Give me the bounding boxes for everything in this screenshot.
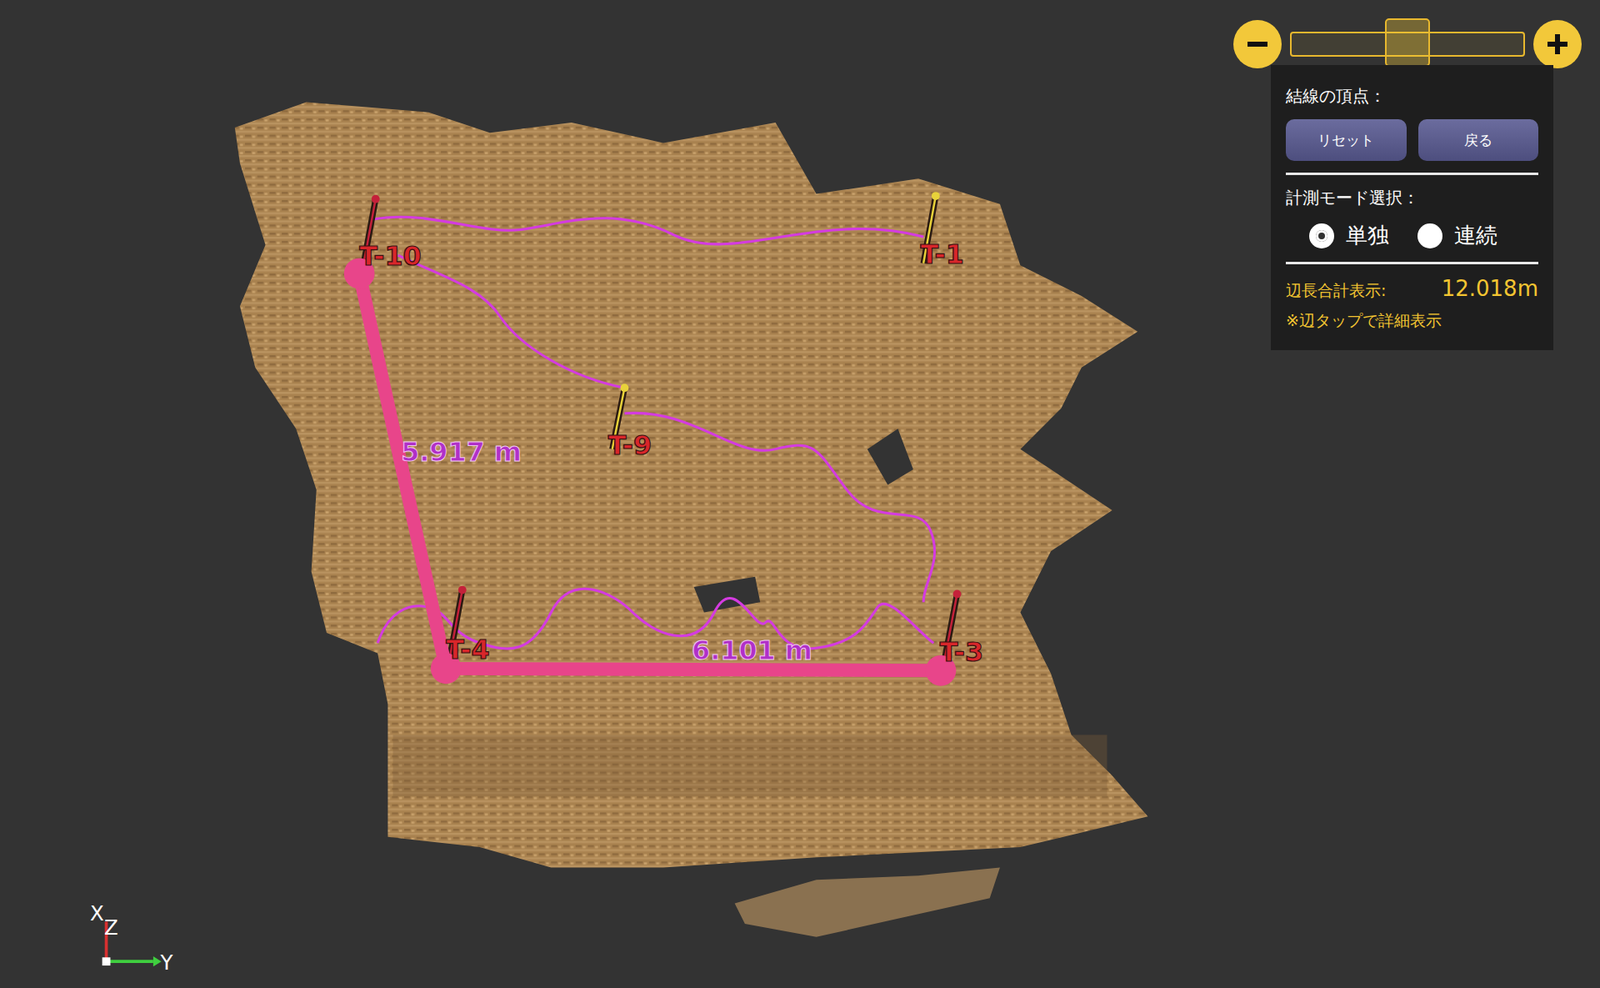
total-length: 辺長合計表示:12.018m bbox=[1285, 275, 1539, 302]
stake-label: T-10 bbox=[359, 240, 422, 272]
axis-x-label: X bbox=[90, 900, 105, 925]
stake-top-icon bbox=[458, 585, 467, 595]
point-cloud-fragment bbox=[735, 867, 1000, 937]
minus-icon bbox=[1245, 31, 1270, 57]
panel-button[interactable]: 戻る bbox=[1418, 119, 1540, 161]
measure-panel: 結線の頂点： リセット戻る計測モード選択： 単独連続辺長合計表示:12.018m ※辺… bbox=[1270, 65, 1554, 350]
stake-top-icon bbox=[953, 590, 962, 599]
zoom-slider-thumb[interactable] bbox=[1385, 18, 1430, 67]
mode-title: 計測モード選択： bbox=[1285, 186, 1539, 210]
mode-radio[interactable]: 単独 bbox=[1309, 220, 1390, 250]
cloud-hole bbox=[867, 428, 914, 485]
zoom-control bbox=[1233, 20, 1582, 69]
radio-icon[interactable] bbox=[1309, 223, 1335, 249]
segment-length: 5.917 m bbox=[400, 435, 522, 468]
zoom-slider[interactable] bbox=[1290, 31, 1525, 57]
separator bbox=[1285, 172, 1539, 175]
mode-radio[interactable]: 連続 bbox=[1417, 220, 1498, 250]
stake-label: T-1 bbox=[920, 238, 964, 270]
measure-segment[interactable] bbox=[445, 668, 941, 670]
axis-y-label: Y bbox=[159, 950, 173, 975]
viewer-screen: T-10 T-1 T-9 T-4 T-3 5.917 m 6.101 m XZ Y 結線の頂点： リ… bbox=[0, 0, 1600, 988]
stake-label: T-4 bbox=[445, 633, 490, 665]
zoom-in-button[interactable] bbox=[1533, 20, 1582, 69]
segment-length: 6.101 m bbox=[691, 634, 813, 666]
point-cloud bbox=[235, 101, 1149, 867]
cloud-band bbox=[393, 734, 1108, 795]
axis-indicator: XZ Y bbox=[90, 900, 173, 975]
stake-top-icon bbox=[931, 191, 940, 200]
cloud-hole bbox=[694, 576, 761, 613]
stake-top-icon bbox=[620, 383, 630, 392]
y-axis-icon bbox=[106, 959, 154, 963]
zoom-out-button[interactable] bbox=[1233, 20, 1282, 69]
contour-lines bbox=[372, 216, 935, 649]
panel-button[interactable]: リセット bbox=[1285, 119, 1407, 161]
stake-label: T-3 bbox=[940, 635, 984, 668]
axis-z-label: Z bbox=[104, 915, 119, 940]
stake-top-icon bbox=[371, 195, 380, 204]
hint-text: ※辺タップで詳細表示 bbox=[1285, 310, 1539, 332]
stake-label: T-9 bbox=[608, 429, 652, 461]
separator bbox=[1285, 261, 1539, 265]
radio-icon[interactable] bbox=[1417, 223, 1443, 249]
vertex-title: 結線の頂点： bbox=[1285, 85, 1539, 108]
plus-icon bbox=[1545, 31, 1570, 57]
measure-segment[interactable] bbox=[359, 273, 446, 669]
